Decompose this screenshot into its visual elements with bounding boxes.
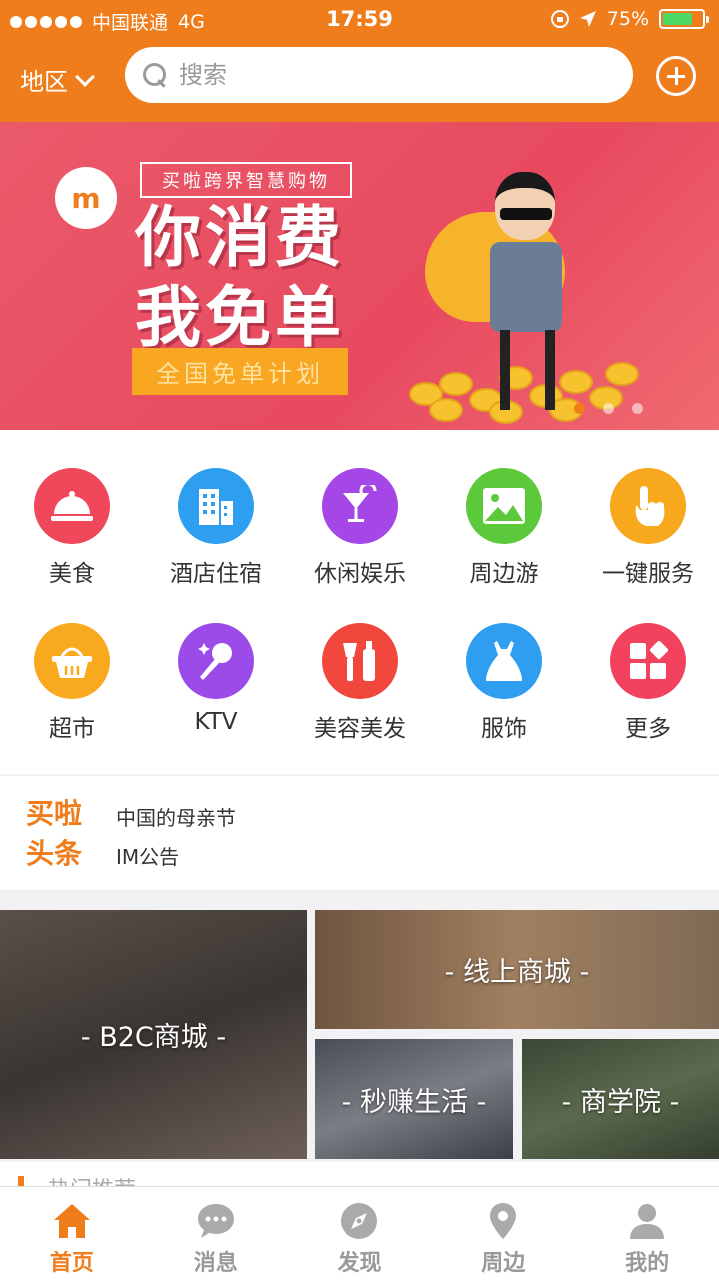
compass-icon bbox=[339, 1201, 379, 1241]
business-academy-tile[interactable]: - 商学院 - bbox=[522, 1039, 719, 1159]
food-cloche-icon bbox=[34, 468, 110, 544]
category-nearby-travel[interactable]: 周边游 bbox=[432, 468, 576, 588]
hotel-building-icon bbox=[178, 468, 254, 544]
promo-banner[interactable]: m 买啦跨界智慧购物 你消费 我免单 全国免单计划 bbox=[0, 122, 719, 430]
rotation-lock-icon bbox=[550, 10, 569, 28]
tile-label: - 线上商城 - bbox=[444, 957, 590, 988]
headlines-section: 买啦 头条 中国的母亲节 IM公告 bbox=[0, 776, 719, 890]
more-grid-icon bbox=[610, 623, 686, 699]
category-label: 服饰 bbox=[481, 716, 527, 742]
pagination-dot[interactable] bbox=[603, 403, 614, 414]
headlines-brand-line1: 买啦 bbox=[26, 797, 83, 830]
category-label: 周边游 bbox=[469, 561, 539, 587]
search-icon bbox=[143, 63, 167, 87]
region-selector[interactable]: 地区 bbox=[20, 62, 95, 97]
tile-label: - 秒赚生活 - bbox=[341, 1086, 487, 1118]
brand-logo: m bbox=[55, 167, 117, 229]
category-label: 美容美发 bbox=[314, 716, 406, 742]
basket-icon bbox=[34, 623, 110, 699]
tab-discover[interactable]: 发现 bbox=[288, 1187, 432, 1280]
headline-item[interactable]: 中国的母亲节 bbox=[116, 802, 236, 831]
add-circle-button[interactable] bbox=[656, 56, 696, 96]
category-label: 一键服务 bbox=[602, 561, 694, 587]
location-pin-icon bbox=[483, 1201, 523, 1241]
tab-label: 周边 bbox=[481, 1251, 526, 1276]
tile-label: - B2C商城 - bbox=[80, 1022, 227, 1053]
dress-icon bbox=[466, 623, 542, 699]
app-header: 中国联通 4G 17:59 75% 地区 bbox=[0, 0, 719, 122]
cocktail-icon bbox=[322, 468, 398, 544]
search-input[interactable] bbox=[179, 61, 599, 89]
category-hotel[interactable]: 酒店住宿 bbox=[144, 468, 288, 588]
category-food[interactable]: 美食 bbox=[0, 468, 144, 588]
chat-bubble-icon bbox=[196, 1201, 236, 1241]
microphone-icon bbox=[178, 623, 254, 699]
category-label: KTV bbox=[194, 709, 238, 735]
location-arrow-icon bbox=[579, 11, 596, 27]
earn-life-tile[interactable]: - 秒赚生活 - bbox=[315, 1039, 513, 1159]
home-icon bbox=[52, 1201, 92, 1241]
banner-plan-label: 全国免单计划 bbox=[132, 348, 348, 395]
cartoon-man-illustration bbox=[470, 162, 580, 412]
tab-label: 首页 bbox=[49, 1251, 94, 1276]
category-ktv[interactable]: KTV bbox=[144, 623, 288, 735]
category-label: 酒店住宿 bbox=[170, 561, 262, 587]
category-label: 美食 bbox=[49, 561, 95, 587]
category-label: 更多 bbox=[625, 716, 671, 742]
tab-label: 发现 bbox=[337, 1251, 382, 1276]
hand-pointer-icon bbox=[610, 468, 686, 544]
status-bar: 中国联通 4G 17:59 75% bbox=[0, 0, 719, 40]
banner-headline-line2: 我免单 bbox=[135, 279, 345, 356]
category-label: 休闲娱乐 bbox=[314, 561, 406, 587]
category-one-click-service[interactable]: 一键服务 bbox=[576, 468, 719, 588]
category-clothing[interactable]: 服饰 bbox=[432, 623, 576, 743]
category-label: 超市 bbox=[49, 716, 95, 742]
chevron-down-icon bbox=[75, 66, 95, 87]
b2c-mall-tile[interactable]: - B2C商城 - bbox=[0, 910, 307, 1159]
banner-tagline: 买啦跨界智慧购物 bbox=[140, 162, 352, 198]
user-profile-icon bbox=[627, 1201, 667, 1241]
category-supermarket[interactable]: 超市 bbox=[0, 623, 144, 743]
headline-item[interactable]: IM公告 bbox=[116, 841, 179, 870]
online-mall-tile[interactable]: - 线上商城 - bbox=[315, 910, 719, 1029]
tab-messages[interactable]: 消息 bbox=[144, 1187, 288, 1280]
tab-profile[interactable]: 我的 bbox=[575, 1187, 719, 1280]
category-entertainment[interactable]: 休闲娱乐 bbox=[288, 468, 432, 588]
tab-label: 我的 bbox=[625, 1251, 670, 1276]
banner-pagination bbox=[574, 403, 643, 414]
category-beauty-salon[interactable]: 美容美发 bbox=[288, 623, 432, 743]
pagination-dot[interactable] bbox=[574, 403, 585, 414]
tab-home[interactable]: 首页 bbox=[0, 1187, 144, 1280]
category-grid: 美食 酒店住宿 休闲娱乐 周边游 一键服务 超市 KTV 美容美发 服饰 更多 bbox=[0, 430, 719, 774]
region-label: 地区 bbox=[20, 68, 68, 96]
search-bar[interactable] bbox=[125, 47, 633, 103]
bottom-tab-bar: 首页 消息 发现 周边 我的 bbox=[0, 1186, 719, 1280]
battery-percent: 75% bbox=[606, 8, 649, 30]
headlines-brand: 买啦 头条 bbox=[26, 794, 82, 874]
battery-icon bbox=[659, 9, 709, 29]
category-more[interactable]: 更多 bbox=[576, 623, 719, 743]
tab-nearby[interactable]: 周边 bbox=[431, 1187, 575, 1280]
headlines-brand-line2: 头条 bbox=[26, 837, 83, 870]
tab-label: 消息 bbox=[193, 1251, 238, 1276]
banner-headline-line1: 你消费 bbox=[135, 199, 345, 276]
cosmetics-icon bbox=[322, 623, 398, 699]
landscape-icon bbox=[466, 468, 542, 544]
pagination-dot[interactable] bbox=[632, 403, 643, 414]
banner-headline: 你消费 我免单 bbox=[135, 198, 345, 358]
tile-label: - 商学院 - bbox=[561, 1086, 680, 1118]
